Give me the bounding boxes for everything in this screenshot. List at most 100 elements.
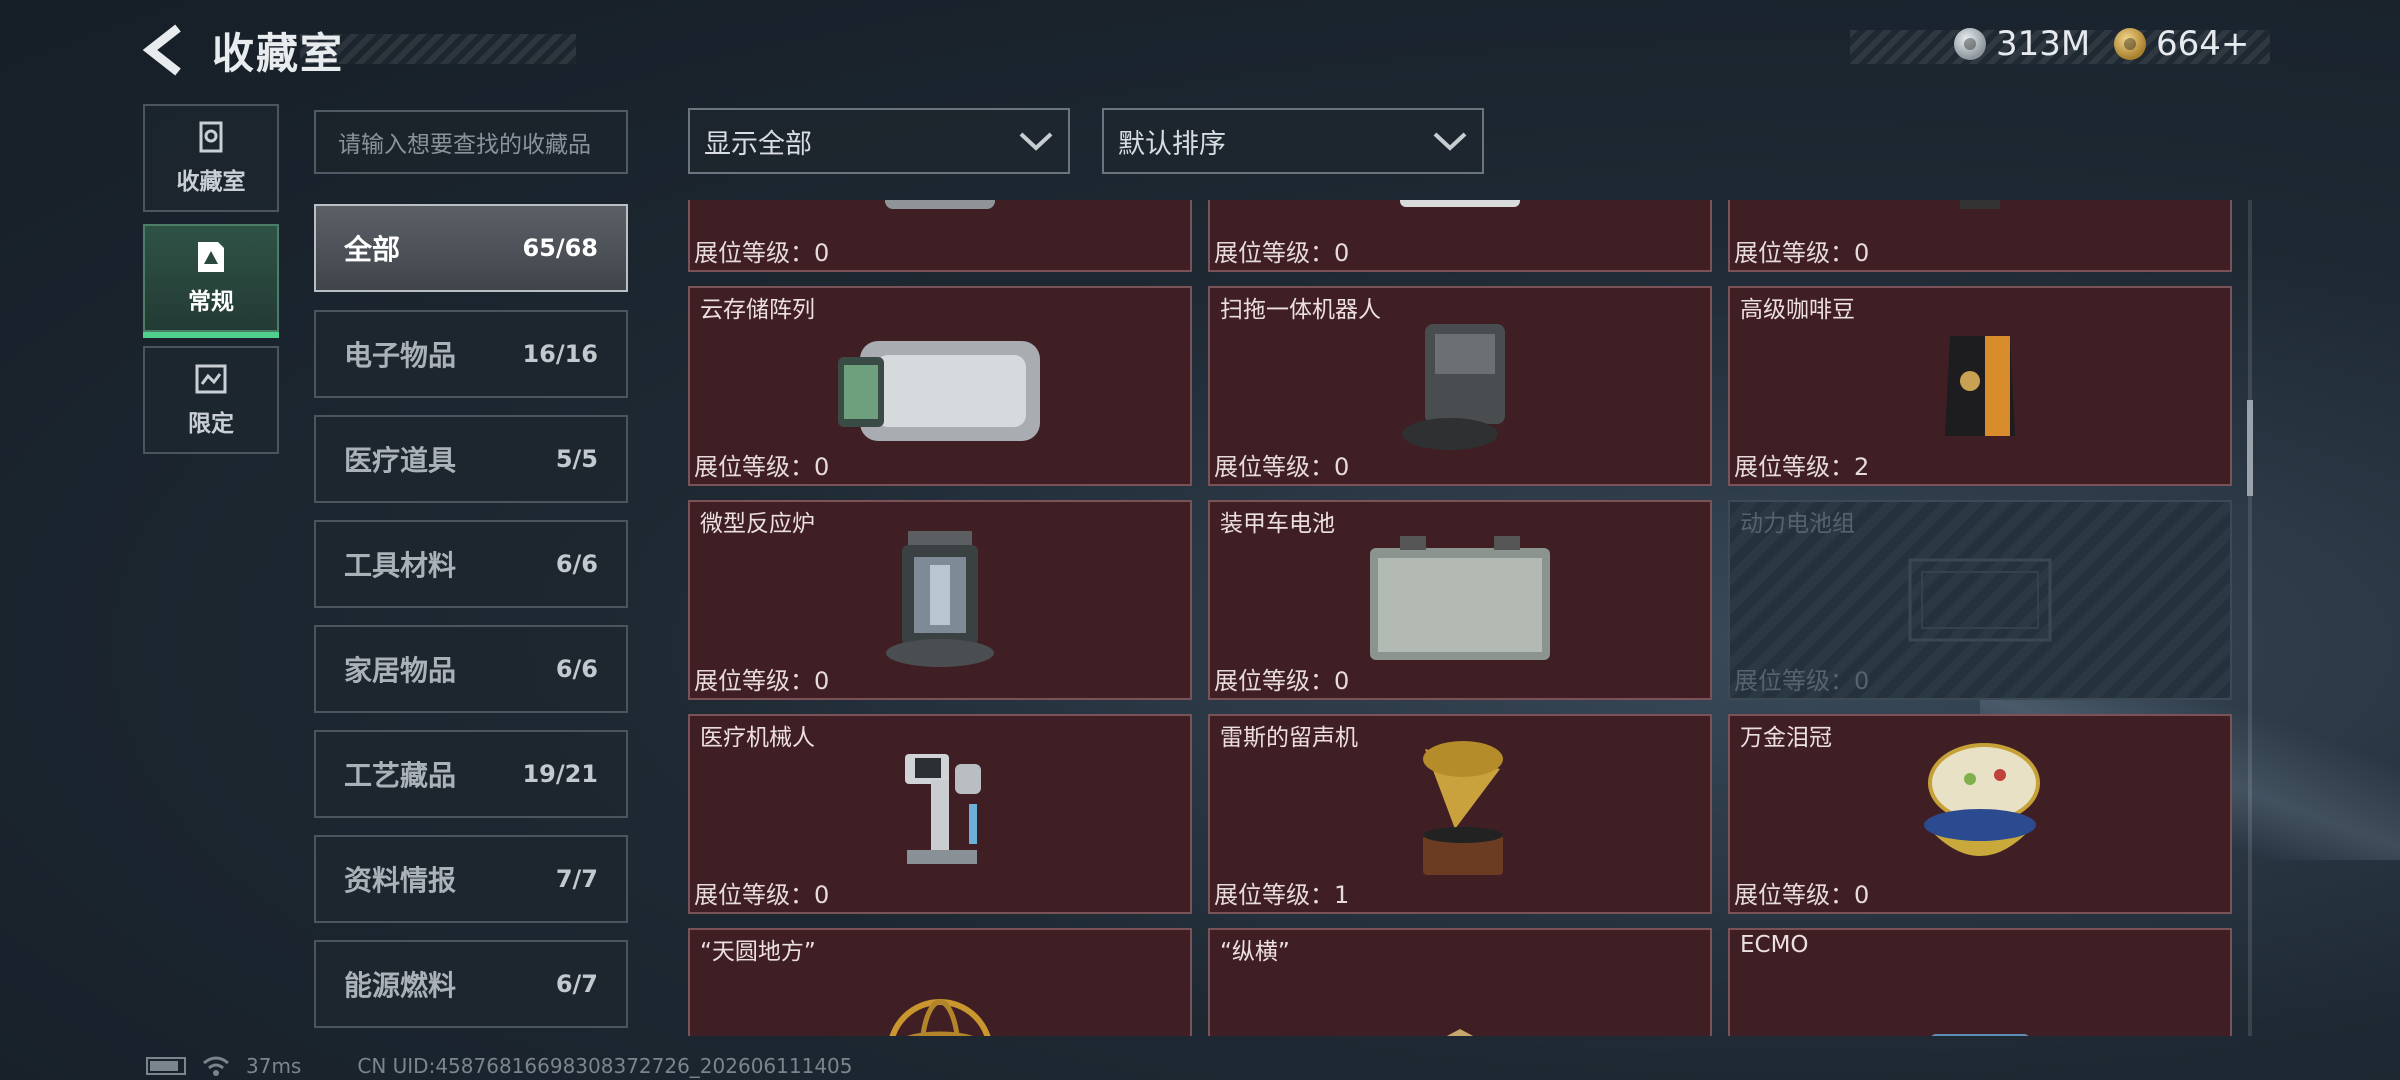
category-electronics[interactable]: 电子物品 16/16 <box>314 310 628 398</box>
item-name: ECMO <box>1740 932 1809 958</box>
gold-currency-value: 664+ <box>2156 24 2250 64</box>
sort-dropdown[interactable]: 默认排序 <box>1102 108 1484 174</box>
item-level: 展位等级：0 <box>694 233 829 268</box>
level-label: 展位等级： <box>1214 881 1334 909</box>
tab-collection-room-label: 收藏室 <box>176 169 246 195</box>
item-name: “纵横” <box>1220 939 1290 965</box>
category-name: 电子物品 <box>344 339 457 372</box>
status-bar: 37ms CN UID:45876816698308372726_2026061… <box>146 1054 853 1078</box>
display-filter-value: 显示全部 <box>704 128 812 160</box>
item-name: 微型反应炉 <box>700 511 815 537</box>
item-name: 高级咖啡豆 <box>1740 297 1855 323</box>
item-level: 展位等级：0 <box>1214 233 1349 268</box>
item-level: 展位等级：1 <box>1214 875 1349 910</box>
item-name: 动力电池组 <box>1740 511 1855 537</box>
level-label: 展位等级： <box>694 881 814 909</box>
item-level: 展位等级：0 <box>1214 447 1349 482</box>
item-name: 装甲车电池 <box>1220 511 1335 537</box>
scrollbar-thumb[interactable] <box>2247 400 2253 496</box>
item-level: 展位等级：0 <box>1214 661 1349 696</box>
collection-item-card[interactable]: “天圆地方” <box>688 928 1192 1036</box>
gramophone-icon <box>1423 741 1503 875</box>
search-input[interactable]: 请输入想要查找的收藏品 <box>314 110 628 174</box>
collection-item-card[interactable]: 装甲车电池 展位等级：0 <box>1208 500 1712 700</box>
level-label: 展位等级： <box>694 453 814 481</box>
level-value: 0 <box>1334 453 1350 481</box>
collection-item-card[interactable]: 展位等级：0 <box>1208 200 1712 272</box>
collection-item-card[interactable]: 高级咖啡豆 展位等级：2 <box>1728 286 2232 486</box>
reactor-icon <box>886 531 994 667</box>
category-name: 全部 <box>344 233 401 266</box>
ping-value: 37ms <box>246 1054 302 1078</box>
item-name: “天圆地方” <box>700 939 816 965</box>
tab-limited-label: 限定 <box>188 411 234 437</box>
item-level: 展位等级：0 <box>1734 661 1869 696</box>
category-energy[interactable]: 能源燃料 6/7 <box>314 940 628 1028</box>
category-all[interactable]: 全部 65/68 <box>314 204 628 292</box>
collection-item-card-locked[interactable]: 动力电池组 展位等级：0 <box>1728 500 2232 700</box>
level-label: 展位等级： <box>1734 881 1854 909</box>
ecmo-machine-icon <box>1931 1034 2029 1036</box>
collection-item-card[interactable]: 医疗机械人 展位等级：0 <box>688 714 1192 914</box>
category-count: 16/16 <box>522 340 598 368</box>
tab-regular[interactable]: 常规 <box>143 224 279 338</box>
silver-currency[interactable]: 313M <box>1954 24 2090 64</box>
item-level: 展位等级：0 <box>1734 233 1869 268</box>
collection-item-card[interactable]: 万金泪冠 展位等级：0 <box>1728 714 2232 914</box>
collection-item-card[interactable]: ECMO <box>1728 928 2232 1036</box>
gold-currency[interactable]: 664+ <box>2114 24 2249 64</box>
level-label: 展位等级： <box>1214 239 1334 267</box>
level-value: 1 <box>1334 881 1350 909</box>
silver-currency-value: 313M <box>1996 24 2091 64</box>
collection-item-card[interactable]: 扫拖一体机器人 展位等级：0 <box>1208 286 1712 486</box>
page-title: 收藏室 <box>212 29 345 78</box>
tab-limited[interactable]: 限定 <box>143 346 279 454</box>
category-household[interactable]: 家居物品 6/6 <box>314 625 628 713</box>
level-value: 0 <box>814 881 830 909</box>
collection-grid: 展位等级：0 展位等级：0 展位等级：0 云存储阵列 展位等级：0 扫拖一体机器… <box>686 200 2234 1036</box>
level-value: 0 <box>1334 667 1350 695</box>
item-name: 扫拖一体机器人 <box>1220 297 1381 323</box>
category-tools[interactable]: 工具材料 6/6 <box>314 520 628 608</box>
sort-value: 默认排序 <box>1118 128 1226 160</box>
level-label: 展位等级： <box>1734 667 1854 695</box>
item-name: 医疗机械人 <box>700 725 815 751</box>
category-count: 7/7 <box>555 865 598 893</box>
level-label: 展位等级： <box>1734 453 1854 481</box>
level-value: 0 <box>814 239 830 267</box>
regular-icon <box>198 242 224 272</box>
category-count: 19/21 <box>522 760 598 788</box>
category-medical[interactable]: 医疗道具 5/5 <box>314 415 628 503</box>
level-value: 0 <box>1854 881 1870 909</box>
category-crafts[interactable]: 工艺藏品 19/21 <box>314 730 628 818</box>
gold-coin-icon <box>2114 28 2146 60</box>
wifi-icon <box>203 1056 229 1076</box>
item-name: 雷斯的留声机 <box>1220 725 1358 751</box>
level-value: 0 <box>814 667 830 695</box>
item-name: 万金泪冠 <box>1740 725 1832 751</box>
level-label: 展位等级： <box>694 667 814 695</box>
collection-item-card[interactable]: 微型反应炉 展位等级：0 <box>688 500 1192 700</box>
scrollbar-track[interactable] <box>2248 200 2252 1036</box>
item-level: 展位等级：2 <box>1734 447 1869 482</box>
back-arrow-icon[interactable] <box>140 22 190 78</box>
chevron-down-icon <box>1433 132 1467 151</box>
collection-item-card[interactable]: 云存储阵列 展位等级：0 <box>688 286 1192 486</box>
battery-icon <box>1370 536 1550 660</box>
appliance-icon <box>1400 200 1520 207</box>
level-label: 展位等级： <box>694 239 814 267</box>
level-value: 2 <box>1854 453 1870 481</box>
level-value: 0 <box>1854 667 1870 695</box>
jeweled-egg-icon <box>1924 743 2040 856</box>
level-value: 0 <box>1334 239 1350 267</box>
collection-item-card[interactable]: 展位等级：0 <box>688 200 1192 272</box>
display-filter-dropdown[interactable]: 显示全部 <box>688 108 1070 174</box>
tab-collection-room[interactable]: 收藏室 <box>143 104 279 212</box>
collection-item-card[interactable]: 展位等级：0 <box>1728 200 2232 272</box>
category-intel[interactable]: 资料情报 7/7 <box>314 835 628 923</box>
collection-item-card[interactable]: “纵横” <box>1208 928 1712 1036</box>
item-level: 展位等级：0 <box>1734 875 1869 910</box>
collection-item-card[interactable]: 雷斯的留声机 展位等级：1 <box>1208 714 1712 914</box>
robot-vacuum-icon <box>1402 324 1505 450</box>
figurine-icon <box>1960 200 2000 209</box>
